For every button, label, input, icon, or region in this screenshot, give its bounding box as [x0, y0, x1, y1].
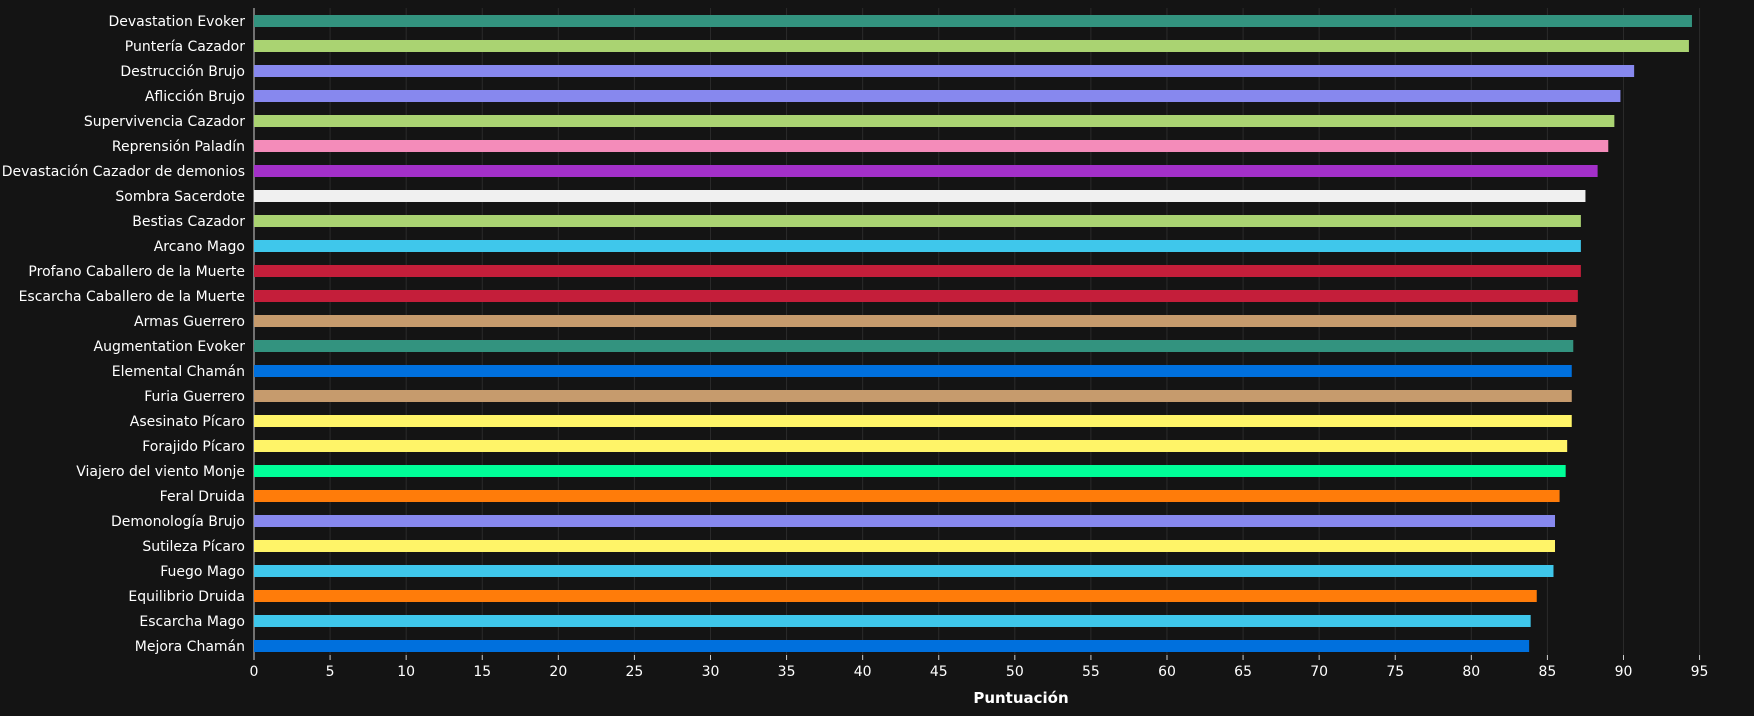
category-label-11: Profano Caballero de la Muerte — [28, 264, 245, 280]
category-label-5: Supervivencia Cazador — [84, 114, 245, 130]
x-tick-label-45: 45 — [930, 664, 948, 680]
bar-17[interactable] — [254, 415, 1572, 427]
bar-24[interactable] — [254, 590, 1537, 602]
bar-22[interactable] — [254, 540, 1556, 552]
x-tick-label-0: 0 — [250, 664, 259, 680]
x-tick-label-15: 15 — [473, 664, 491, 680]
x-tick-label-5: 5 — [326, 664, 335, 680]
bar-20[interactable] — [254, 490, 1560, 502]
x-tick-label-65: 65 — [1234, 664, 1252, 680]
bar-16[interactable] — [254, 390, 1572, 402]
x-tick-label-10: 10 — [397, 664, 415, 680]
x-tick-label-85: 85 — [1538, 664, 1556, 680]
category-label-14: Augmentation Evoker — [94, 339, 246, 355]
bar-21[interactable] — [254, 515, 1556, 527]
bar-26[interactable] — [254, 640, 1530, 652]
category-label-2: Puntería Cazador — [125, 39, 245, 55]
x-tick-label-75: 75 — [1386, 664, 1404, 680]
bar-7[interactable] — [254, 165, 1598, 177]
chart-svg: Devastation Evoker Puntería Cazador Destru… — [2, 8, 1709, 707]
x-tick-label-25: 25 — [625, 664, 643, 680]
bar-12[interactable] — [254, 290, 1578, 302]
value-axis: 0 5 10 15 20 25 30 35 40 45 50 55 60 65 70 75 80 85 90 95 — [250, 655, 1709, 680]
category-label-1: Devastation Evoker — [108, 14, 245, 30]
category-label-7: Devastación Cazador de demonios — [2, 164, 245, 180]
bar-25[interactable] — [254, 615, 1531, 627]
category-label-20: Feral Druida — [160, 489, 245, 505]
category-label-10: Arcano Mago — [154, 239, 245, 255]
bar-14[interactable] — [254, 340, 1574, 352]
bar-18[interactable] — [254, 440, 1568, 452]
bar-1[interactable] — [254, 15, 1692, 27]
category-label-9: Bestias Cazador — [132, 214, 245, 230]
category-label-16: Furia Guerrero — [144, 389, 245, 405]
bar-layer — [254, 15, 1692, 652]
x-tick-label-80: 80 — [1462, 664, 1480, 680]
category-label-19: Viajero del viento Monje — [76, 464, 245, 480]
category-label-21: Demonología Brujo — [111, 514, 245, 530]
bar-19[interactable] — [254, 465, 1566, 477]
bar-5[interactable] — [254, 115, 1615, 127]
category-label-26: Mejora Chamán — [135, 639, 245, 655]
x-tick-label-40: 40 — [854, 664, 872, 680]
bar-6[interactable] — [254, 140, 1609, 152]
x-tick-label-60: 60 — [1158, 664, 1176, 680]
x-tick-label-95: 95 — [1691, 664, 1709, 680]
bar-15[interactable] — [254, 365, 1572, 377]
category-label-8: Sombra Sacerdote — [115, 189, 245, 205]
x-tick-label-90: 90 — [1615, 664, 1633, 680]
bar-3[interactable] — [254, 65, 1635, 77]
x-tick-label-70: 70 — [1310, 664, 1328, 680]
category-label-12: Escarcha Caballero de la Muerte — [19, 289, 245, 305]
category-label-6: Reprensión Paladín — [112, 139, 245, 155]
bar-9[interactable] — [254, 215, 1581, 227]
x-tick-label-35: 35 — [778, 664, 796, 680]
category-label-25: Escarcha Mago — [139, 614, 245, 630]
category-label-3: Destrucción Brujo — [120, 64, 245, 80]
category-label-15: Elemental Chamán — [112, 364, 245, 380]
category-label-13: Armas Guerrero — [134, 314, 245, 330]
category-label-22: Sutileza Pícaro — [142, 539, 245, 555]
bar-2[interactable] — [254, 40, 1689, 52]
x-tick-label-20: 20 — [549, 664, 567, 680]
x-axis-title: Puntuación — [973, 689, 1068, 707]
bar-4[interactable] — [254, 90, 1621, 102]
category-label-18: Forajido Pícaro — [142, 439, 245, 455]
bar-11[interactable] — [254, 265, 1581, 277]
category-label-4: Aflicción Brujo — [145, 89, 245, 105]
x-tick-label-30: 30 — [702, 664, 720, 680]
x-tick-label-55: 55 — [1082, 664, 1100, 680]
grid-layer — [253, 8, 1701, 655]
x-tick-label-50: 50 — [1006, 664, 1024, 680]
category-label-23: Fuego Mago — [160, 564, 245, 580]
bar-8[interactable] — [254, 190, 1586, 202]
bar-13[interactable] — [254, 315, 1577, 327]
category-label-24: Equilibrio Druida — [128, 589, 245, 605]
category-label-17: Asesinato Pícaro — [130, 414, 245, 430]
bar-23[interactable] — [254, 565, 1554, 577]
bar-10[interactable] — [254, 240, 1581, 252]
category-axis: Devastation Evoker Puntería Cazador Destru… — [2, 14, 246, 655]
score-bar-chart: Devastation Evoker Puntería Cazador Destru… — [0, 0, 1754, 712]
